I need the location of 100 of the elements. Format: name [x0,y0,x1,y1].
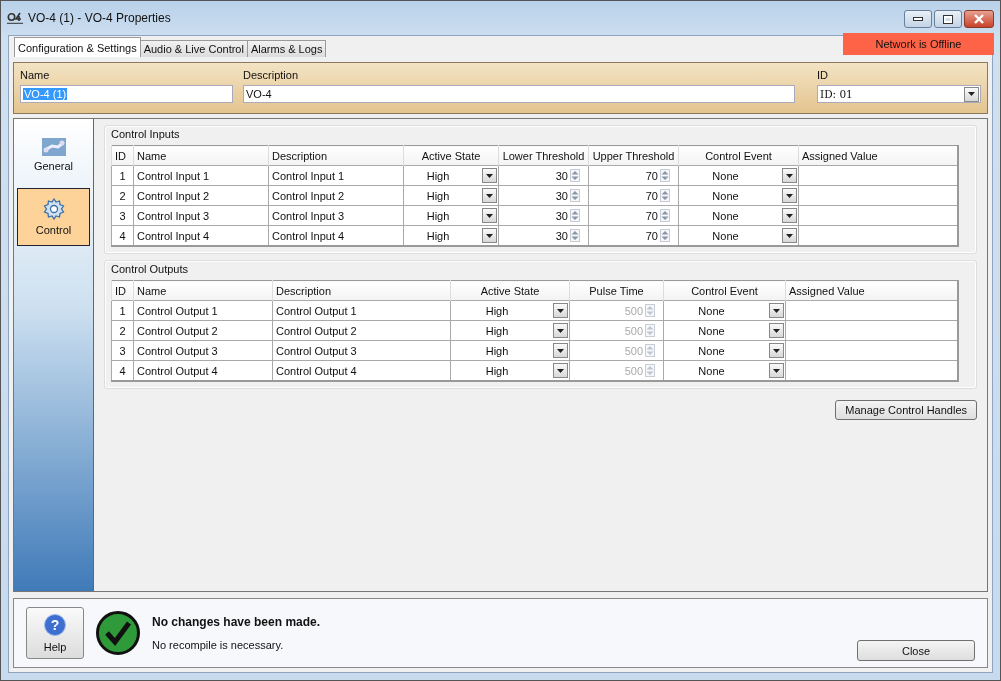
caret-icon [486,213,493,218]
table-cell: Control Input 2 [133,185,269,206]
column-header: Description [268,145,404,166]
caret-icon [486,193,493,198]
group-title: Control Inputs [111,128,181,141]
table-cell: Control Input 3 [133,205,269,226]
table-cell: 3 [111,340,134,361]
upper-threshold-spinner[interactable]: 70 [589,226,678,245]
group-title: Control Outputs [111,263,190,276]
column-header: Upper Threshold [588,145,679,166]
table-cell: 4 [111,360,134,381]
column-header: ID [111,280,134,301]
upper-threshold-spinner[interactable]: 70 [589,166,678,185]
close-button[interactable] [964,10,994,28]
lower-threshold-spinner[interactable]: 30 [499,226,588,245]
column-header: Name [133,145,269,166]
spinner-arrows-icon [660,189,670,202]
description-field[interactable]: VO-4 [243,85,795,103]
id-dropdown[interactable]: ID: 01 [817,85,981,103]
spinner-arrows-icon [645,324,655,337]
active-state-dropdown[interactable]: High [404,166,498,185]
sidebar-item[interactable]: Control [17,188,90,246]
spinner-arrows-icon [570,169,580,182]
window-title: VO-4 (1) - VO-4 Properties [28,11,172,25]
column-header: Lower Threshold [498,145,589,166]
table-cell: 1 [111,165,134,186]
spinner-arrows-icon [645,304,655,317]
minimize-button[interactable] [904,10,932,28]
column-header: Control Event [663,280,786,301]
table-cell: Control Input 1 [133,165,269,186]
active-state-dropdown[interactable]: High [404,186,498,205]
column-header: ID [111,145,134,166]
spinner-arrows-icon [660,209,670,222]
field-label: Name [20,69,51,83]
table-cell: Control Output 3 [133,340,273,361]
caret-icon [773,348,780,353]
column-header: Active State [450,280,570,301]
tab[interactable]: Configuration & Settings [14,37,141,57]
maximize-button[interactable] [934,10,962,28]
table-cell: Control Input 3 [268,205,404,226]
control-event-dropdown[interactable]: None [679,186,798,205]
control-event-dropdown[interactable]: None [664,361,785,380]
control-event-dropdown[interactable]: None [679,206,798,225]
spinner-arrows-icon [570,209,580,222]
active-state-dropdown[interactable]: High [451,361,569,380]
caret-icon [786,213,793,218]
caret-icon [786,173,793,178]
table-cell: 1 [111,300,134,321]
help-button[interactable]: ? Help [26,607,84,659]
tab[interactable]: Audio & Live Control [139,40,248,57]
sidebar-item[interactable]: General [17,126,90,184]
lower-threshold-spinner[interactable]: 30 [499,206,588,225]
table-cell: 4 [111,225,134,246]
caret-icon [773,328,780,333]
close-icon [973,14,985,24]
spinner-arrows-icon [660,229,670,242]
logo-icon [7,12,23,24]
column-header: Assigned Value [798,145,958,166]
column-header: Name [133,280,273,301]
control-event-dropdown[interactable]: None [679,166,798,185]
active-state-dropdown[interactable]: High [404,206,498,225]
table-cell: 2 [111,320,134,341]
caret-icon [486,173,493,178]
active-state-dropdown[interactable]: High [451,341,569,360]
field-label: ID [817,69,829,83]
spinner-arrows-icon [660,169,670,182]
control-event-dropdown[interactable]: None [664,301,785,320]
spinner-arrows-icon [645,344,655,357]
control-event-dropdown[interactable]: None [664,341,785,360]
caret-icon [968,92,975,96]
manage-control-handles-button[interactable]: Manage Control Handles [835,400,977,420]
caret-icon [557,328,564,333]
upper-threshold-spinner[interactable]: 70 [589,186,678,205]
table-cell: Control Output 3 [272,340,451,361]
active-state-dropdown[interactable]: High [404,226,498,245]
table-cell: 3 [111,205,134,226]
column-header: Assigned Value [785,280,958,301]
column-header: Control Event [678,145,799,166]
table-cell: Control Input 1 [268,165,404,186]
status-message: No changes have been made. [152,615,322,629]
caret-icon [557,308,564,313]
upper-threshold-spinner[interactable]: 70 [589,206,678,225]
close-dialog-button[interactable]: Close [857,640,975,661]
spinner-arrows-icon [570,229,580,242]
table-cell: Control Output 1 [272,300,451,321]
table-cell: 2 [111,185,134,206]
tab[interactable]: Alarms & Logs [246,40,327,57]
lower-threshold-spinner[interactable]: 30 [499,186,588,205]
maximize-icon [943,14,953,24]
active-state-dropdown[interactable]: High [451,301,569,320]
column-header: Pulse Time [569,280,664,301]
caret-icon [557,368,564,373]
spinner-arrows-icon [570,189,580,202]
caret-icon [786,193,793,198]
control-event-dropdown[interactable]: None [679,226,798,245]
column-header: Active State [403,145,499,166]
active-state-dropdown[interactable]: High [451,321,569,340]
column-header: Description [272,280,451,301]
lower-threshold-spinner[interactable]: 30 [499,166,588,185]
control-event-dropdown[interactable]: None [664,321,785,340]
